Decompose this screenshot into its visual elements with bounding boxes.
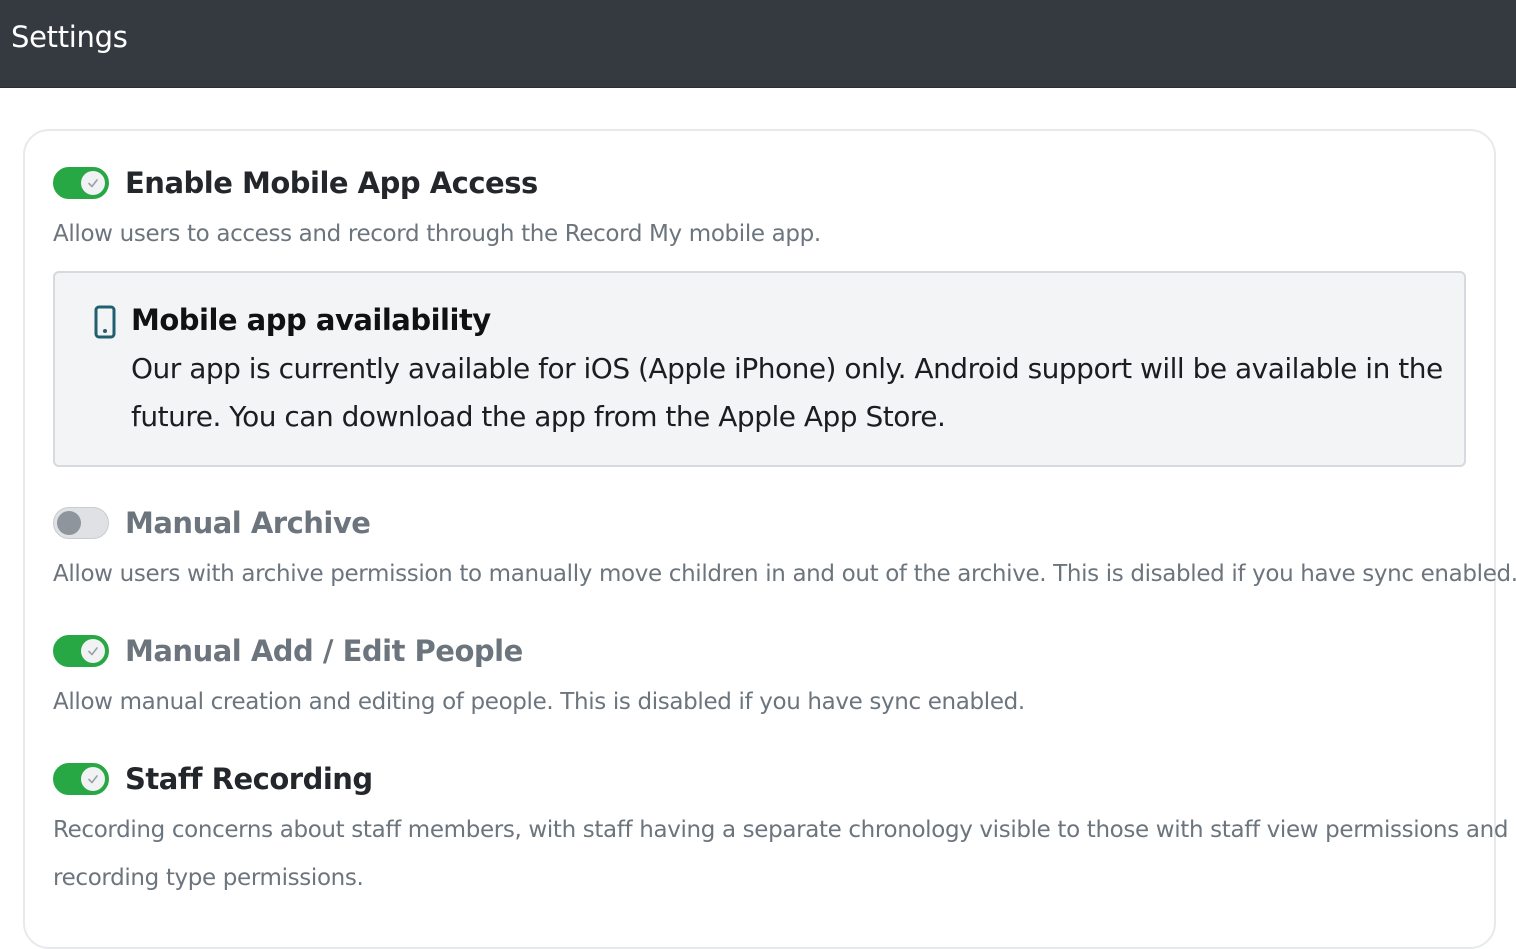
check-icon (88, 647, 98, 656)
toggle-knob (81, 767, 105, 791)
toggle-knob (81, 171, 105, 195)
check-icon (88, 179, 98, 188)
manual-archive-toggle[interactable] (53, 507, 109, 539)
mobile-app-access-toggle[interactable] (53, 167, 109, 199)
mobile-app-access-title: Enable Mobile App Access (125, 166, 538, 200)
manual-archive-description: Allow users with archive permission to m… (53, 561, 1516, 587)
staff-recording-description-line-1: Recording concerns about staff members, … (53, 817, 1509, 843)
top-bar: Settings (0, 0, 1516, 88)
check-icon (88, 775, 98, 784)
toggle-knob (57, 511, 81, 535)
manual-add-edit-people-toggle[interactable] (53, 635, 109, 667)
staff-recording-title: Staff Recording (125, 762, 373, 796)
notice-title: Mobile app availability (131, 303, 491, 337)
staff-recording-toggle[interactable] (53, 763, 109, 795)
notice-text-line-1: Our app is currently available for iOS (… (131, 352, 1443, 385)
notice-text-line-2: future. You can download the app from th… (131, 400, 946, 433)
toggle-knob (81, 639, 105, 663)
manual-add-edit-people-description: Allow manual creation and editing of peo… (53, 689, 1025, 715)
mobile-phone-icon (94, 305, 116, 339)
manual-archive-title: Manual Archive (125, 506, 371, 540)
manual-add-edit-people-title: Manual Add / Edit People (125, 634, 523, 668)
mobile-app-access-description: Allow users to access and record through… (53, 221, 821, 247)
staff-recording-description-line-2: recording type permissions. (53, 865, 364, 891)
page-title: Settings (11, 20, 128, 54)
